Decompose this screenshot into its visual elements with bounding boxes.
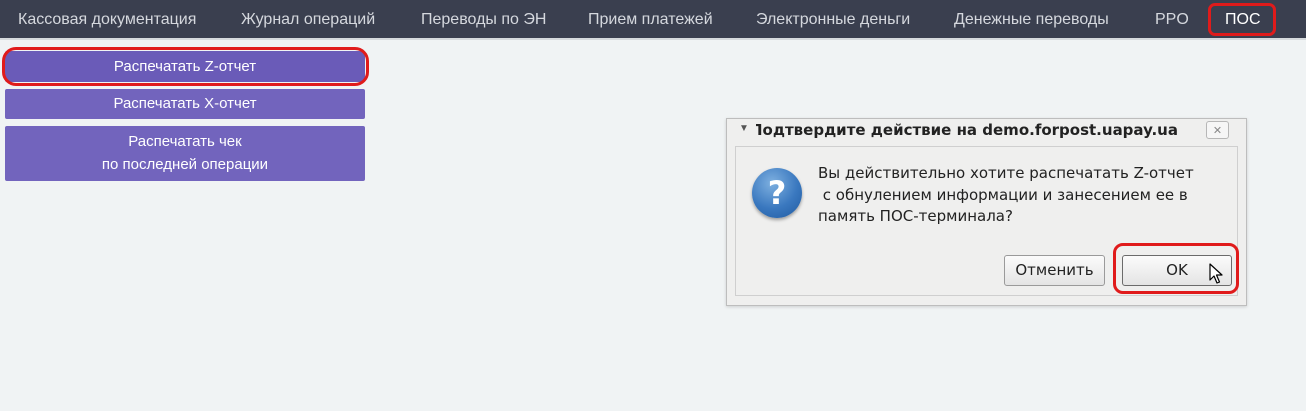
mouse-cursor-icon — [1209, 263, 1223, 284]
print-last-receipt-line2: по последней операции — [101, 156, 269, 173]
cancel-button[interactable]: Отменить — [1004, 255, 1105, 286]
nav-item-en-transfers[interactable]: Переводы по ЭН — [421, 0, 546, 38]
z-report-highlight — [2, 47, 369, 86]
window-menu-icon[interactable]: ▼ — [739, 123, 749, 134]
dialog-titlebar: ▼ Подтвердите действие на demo.forpost.u… — [727, 119, 1246, 145]
close-icon[interactable]: ✕ — [1206, 121, 1229, 139]
dialog-message: Вы действительно хотите распечатать Z-от… — [818, 164, 1194, 225]
dialog-title: Подтвердите действие на demo.forpost.uap… — [756, 121, 1178, 139]
nav-item-cash-documents[interactable]: Кассовая документация — [18, 0, 196, 38]
print-x-report-button[interactable]: Распечатать X-отчет — [5, 89, 365, 119]
nav-item-electronic-money[interactable]: Электронные деньги — [756, 0, 910, 38]
nav-item-operations-log[interactable]: Журнал операций — [241, 0, 375, 38]
nav-item-payment-acceptance[interactable]: Прием платежей — [588, 0, 713, 38]
question-icon: ? — [752, 168, 802, 218]
nav-item-ppo[interactable]: PPO — [1155, 0, 1189, 38]
print-last-receipt-button[interactable]: Распечатать чек по последней операции — [5, 126, 365, 181]
pos-tab-highlight — [1208, 3, 1276, 36]
nav-item-money-transfers[interactable]: Денежные переводы — [954, 0, 1109, 38]
print-last-receipt-line1: Распечатать чек — [128, 133, 242, 150]
top-navigation: Кассовая документация Журнал операций Пе… — [0, 0, 1306, 40]
